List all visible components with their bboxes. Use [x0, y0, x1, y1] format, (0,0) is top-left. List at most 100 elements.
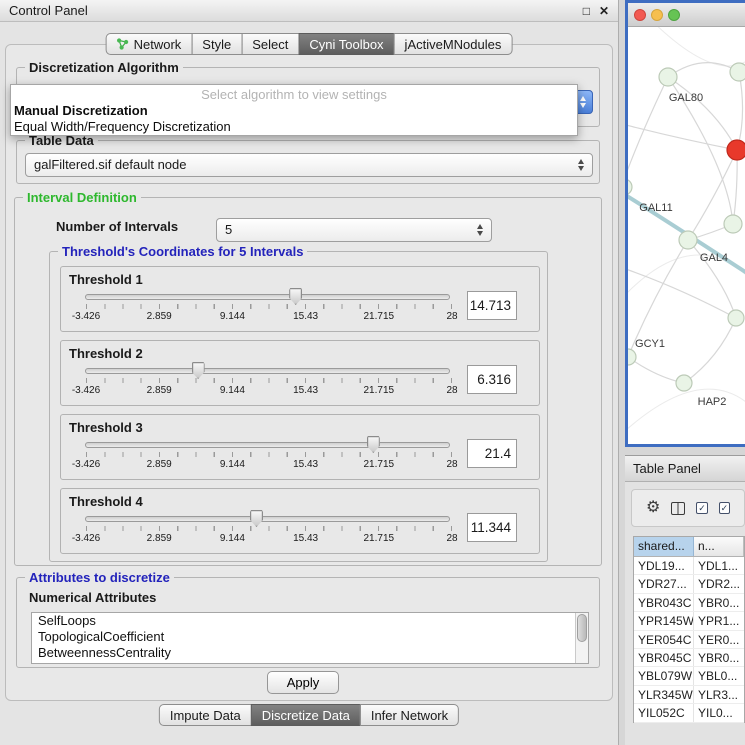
algorithm-group-title: Discretization Algorithm — [25, 60, 183, 75]
list-scrollbar[interactable] — [575, 613, 588, 663]
cell-name: YDR2... — [694, 575, 744, 592]
column-header-n[interactable]: n... — [694, 537, 744, 556]
minimize-traffic-light-icon[interactable] — [651, 9, 663, 21]
tick-label: 15.43 — [293, 311, 318, 322]
cell-shared-name: YDR27... — [634, 575, 694, 592]
table-data-combobox[interactable]: galFiltered.sif default node — [25, 153, 593, 177]
interval-definition-title: Interval Definition — [23, 190, 141, 205]
tab-cyni-toolbox[interactable]: Cyni Toolbox — [298, 33, 394, 55]
cell-name: YBR0... — [694, 594, 744, 611]
tab-label: Style — [202, 37, 231, 52]
select-none-checkbox-icon[interactable]: ✓ — [719, 502, 730, 514]
network-edge[interactable] — [628, 357, 684, 383]
combobox-stepper-icon[interactable] — [475, 224, 485, 236]
algorithm-dropdown-popup: Select algorithm to view settings Manual… — [10, 84, 578, 136]
slider-tick-labels: -3.4262.8599.14415.4321.71528 — [86, 385, 452, 397]
threshold-value-field[interactable]: 11.344 — [467, 513, 517, 542]
network-node[interactable] — [730, 63, 745, 81]
network-edge[interactable] — [733, 150, 737, 224]
table-row[interactable]: YDR27...YDR2... — [634, 575, 744, 593]
number-of-intervals-combobox[interactable]: 5 — [216, 218, 492, 242]
arrow-up-icon — [477, 224, 483, 229]
thresholds-group-title: Threshold's Coordinates for 5 Intervals — [58, 244, 307, 259]
network-canvas[interactable]: GAL80GAL11GAL4GCY1HAP2 — [628, 27, 745, 444]
tab-label: Network — [134, 37, 182, 52]
network-edge[interactable] — [668, 77, 737, 150]
threshold-slider-thumb[interactable] — [250, 510, 263, 527]
attribute-item-selfloops[interactable]: SelfLoops — [32, 613, 588, 629]
attribute-item-topologicalcoefficient[interactable]: TopologicalCoefficient — [32, 629, 588, 645]
network-node[interactable] — [659, 68, 677, 86]
threshold-value-field[interactable]: 21.4 — [467, 439, 517, 468]
threshold-2-box: Threshold 2 -3.4262.8599.14415.4321.71528… — [60, 340, 540, 406]
tick-label: -3.426 — [72, 533, 100, 544]
network-node[interactable] — [727, 140, 745, 160]
close-traffic-light-icon[interactable] — [634, 9, 646, 21]
network-node[interactable] — [676, 375, 692, 391]
tab-style[interactable]: Style — [191, 33, 242, 55]
threshold-slider-track[interactable] — [85, 516, 450, 522]
threshold-slider-thumb[interactable] — [367, 436, 380, 453]
network-edge[interactable] — [668, 63, 739, 77]
numerical-attributes-list[interactable]: SelfLoopsTopologicalCoefficientBetweenne… — [31, 612, 589, 664]
gear-icon[interactable]: ⚙ — [646, 500, 660, 516]
threshold-slider-track[interactable] — [85, 368, 450, 374]
network-edge[interactable] — [628, 123, 737, 150]
apply-button[interactable]: Apply — [267, 671, 339, 694]
node-attribute-table: shared...n... YDL19...YDL1...YDR27...YDR… — [633, 536, 745, 723]
threshold-value-field[interactable]: 6.316 — [467, 365, 517, 394]
table-row[interactable]: YBL079WYBL0... — [634, 667, 744, 685]
threshold-slider-track[interactable] — [85, 442, 450, 448]
attribute-item-betweennesscentrality[interactable]: BetweennessCentrality — [32, 645, 588, 661]
tab-discretize-data[interactable]: Discretize Data — [251, 704, 361, 726]
control-panel: Control Panel □ ✕ NetworkStyleSelectCyni… — [0, 0, 619, 745]
scrollbar-thumb[interactable] — [577, 614, 587, 642]
zoom-traffic-light-icon[interactable] — [668, 9, 680, 21]
tab-infer-network[interactable]: Infer Network — [360, 704, 459, 726]
close-icon[interactable]: ✕ — [599, 4, 609, 18]
select-all-checkbox-icon[interactable]: ✓ — [696, 502, 707, 514]
table-row[interactable]: YPR145WYPR1... — [634, 612, 744, 630]
network-node[interactable] — [628, 179, 632, 195]
table-row[interactable]: YLR345WYLR3... — [634, 686, 744, 704]
threshold-label: Threshold 2 — [69, 346, 143, 361]
network-window-titlebar[interactable] — [628, 3, 745, 27]
algorithm-option-manual-discretization[interactable]: Manual Discretization — [11, 103, 577, 119]
table-row[interactable]: YIL052CYIL0... — [634, 704, 744, 722]
network-node[interactable] — [728, 310, 744, 326]
tab-network[interactable]: Network — [106, 33, 193, 55]
network-node[interactable] — [724, 215, 742, 233]
tab-jactivemnodules[interactable]: jActiveMNodules — [394, 33, 513, 55]
tick-label: 15.43 — [293, 533, 318, 544]
network-edge[interactable] — [737, 72, 743, 150]
algorithm-option-equal-width-frequency-discretization[interactable]: Equal Width/Frequency Discretization — [11, 119, 577, 135]
threshold-slider-thumb[interactable] — [289, 288, 302, 305]
threshold-value-field[interactable]: 14.713 — [467, 291, 517, 320]
window-controls: □ ✕ — [583, 4, 609, 18]
table-panel-titlebar: Table Panel — [625, 456, 745, 482]
tab-impute-data[interactable]: Impute Data — [159, 704, 252, 726]
tab-select[interactable]: Select — [241, 33, 299, 55]
threshold-slider-thumb[interactable] — [192, 362, 205, 379]
network-edge[interactable] — [684, 318, 736, 383]
float-window-icon[interactable]: □ — [583, 4, 590, 18]
table-row[interactable]: YER054CYER0... — [634, 631, 744, 649]
slider-ticks — [86, 526, 452, 531]
network-node[interactable] — [628, 349, 636, 365]
network-node[interactable] — [679, 231, 697, 249]
cell-name: YPR1... — [694, 612, 744, 629]
threshold-3-box: Threshold 3-3.4262.8599.14415.4321.71528… — [60, 414, 540, 480]
network-edge — [628, 255, 745, 327]
threshold-slider-track[interactable] — [85, 294, 450, 300]
table-row[interactable]: YBR043CYBR0... — [634, 594, 744, 612]
threshold-label: Threshold 4 — [69, 494, 143, 509]
column-header-shared[interactable]: shared... — [634, 537, 694, 556]
tab-label: Select — [252, 37, 288, 52]
table-row[interactable]: YBR045CYBR0... — [634, 649, 744, 667]
table-row[interactable]: YDL19...YDL1... — [634, 557, 744, 575]
network-edge[interactable] — [628, 267, 736, 318]
combobox-stepper-icon[interactable] — [576, 159, 586, 171]
bottom-tab-bar: Impute DataDiscretize DataInfer Network — [159, 704, 459, 726]
tab-label: jActiveMNodules — [405, 37, 502, 52]
table-columns-icon[interactable] — [671, 502, 685, 515]
